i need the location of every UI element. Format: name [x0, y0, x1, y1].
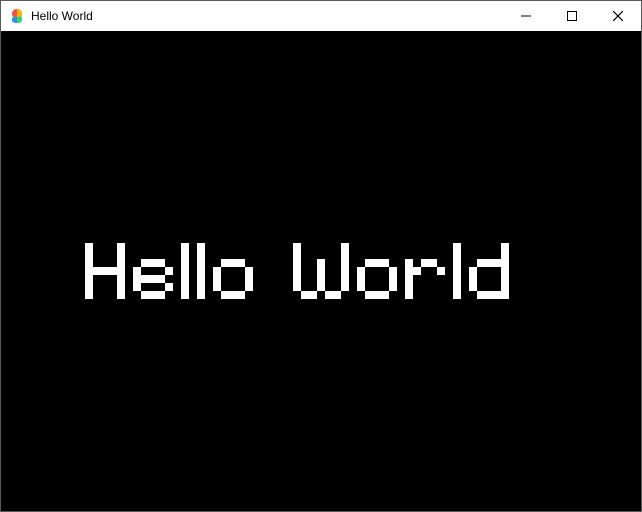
close-icon [613, 11, 623, 21]
minimize-icon [521, 11, 531, 21]
window-controls [503, 1, 641, 31]
rendered-text: Hello World [85, 243, 557, 299]
app-icon [9, 8, 25, 24]
canvas-area: Hello World [1, 31, 641, 511]
minimize-button[interactable] [503, 1, 549, 31]
maximize-button[interactable] [549, 1, 595, 31]
close-button[interactable] [595, 1, 641, 31]
app-window: Hello World Hello World [0, 0, 642, 512]
titlebar: Hello World [1, 1, 641, 31]
window-title: Hello World [31, 9, 503, 23]
maximize-icon [567, 11, 577, 21]
